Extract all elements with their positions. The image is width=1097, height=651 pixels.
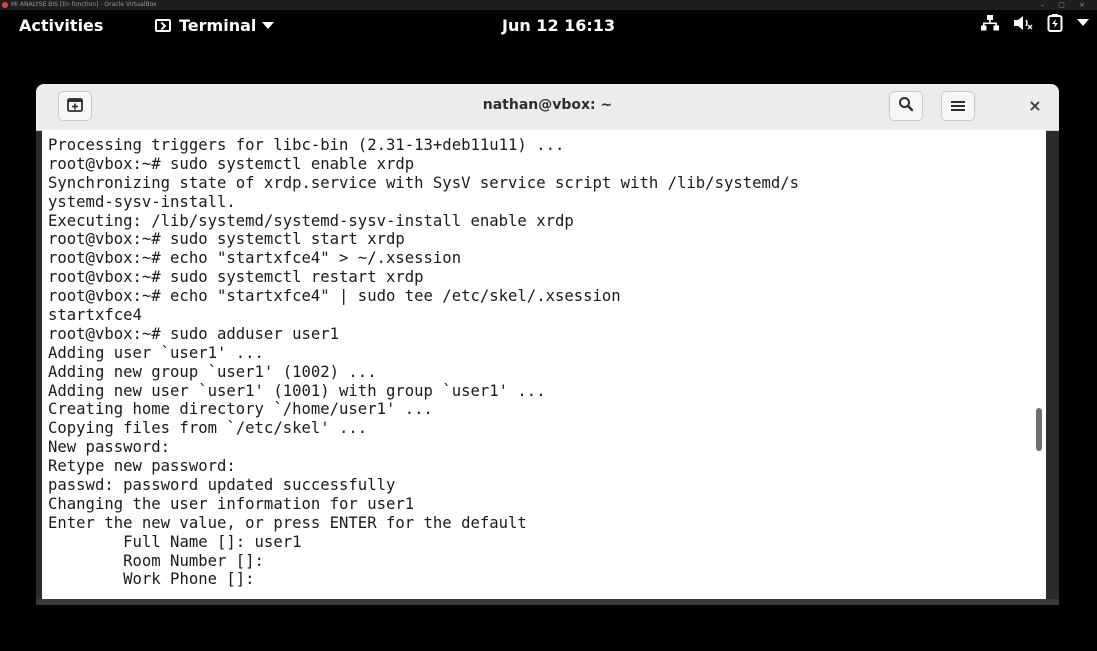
terminal-text: Processing triggers for libc-bin (2.31-1… [42,130,1046,589]
virtualbox-window-title: MI ANALYSE BIS [En fonction] - Oracle Vi… [11,1,157,8]
terminal-line: Work Phone []: [48,570,255,589]
terminal-icon [155,19,171,32]
terminal-line: Adding new group `user1' (1002) ... [48,362,377,381]
close-window-button[interactable]: × [1025,96,1045,116]
scrollbar[interactable] [1033,130,1046,599]
search-button[interactable] [889,91,923,121]
terminal-line: Copying files from `/etc/skel' ... [48,419,368,438]
terminal-line: Changing the user information for user1 [48,494,415,513]
terminal-line: Adding new user `user1' (1001) with grou… [48,381,546,400]
terminal-line: passwd: password updated successfully [48,476,396,495]
terminal-line: Room Number []: [48,551,264,570]
system-status-area[interactable] [981,14,1089,32]
terminal-line: Executing: /lib/systemd/systemd-sysv-ins… [48,211,574,230]
terminal-line: startxfce4 [48,306,142,325]
terminal-line: root@vbox:~# sudo systemctl enable xrdp [48,154,415,173]
terminal-line: root@vbox:~# echo "startxfce4" | sudo te… [48,287,621,306]
terminal-line: Enter the new value, or press ENTER for … [48,513,527,532]
system-menu-arrow-icon [1077,19,1089,27]
hamburger-menu-icon [951,97,965,116]
terminal-line: Retype new password: [48,457,236,476]
terminal-line: root@vbox:~# sudo systemctl restart xrdp [48,268,424,287]
activities-button[interactable]: Activities [19,16,103,35]
virtualbox-window-controls[interactable]: – ▢ × [1041,0,1091,10]
virtualbox-title-bar: MI ANALYSE BIS [En fonction] - Oracle Vi… [0,0,1097,10]
clock-button[interactable]: Jun 12 16:13 [502,16,615,35]
chevron-down-icon [262,22,275,29]
gnome-top-bar: Activities Terminal Jun 12 16:13 [0,10,1097,42]
terminal-line: New password: [48,438,171,457]
search-icon [898,96,914,116]
scrollbar-thumb[interactable] [1036,408,1042,451]
app-menu-label: Terminal [179,16,257,35]
terminal-line: ystemd-sysv-install. [48,192,236,211]
terminal-line: root@vbox:~# sudo adduser user1 [48,324,340,343]
terminal-window: nathan@vbox: ~ × Processing triggers for… [36,84,1059,605]
terminal-line: root@vbox:~# echo "startxfce4" > ~/.xses… [48,249,462,268]
terminal-line: Creating home directory `/home/user1' ..… [48,400,433,419]
volume-muted-icon [1013,15,1033,31]
virtualbox-app-icon [2,2,8,8]
terminal-line: Full Name []: user1 [48,532,302,551]
terminal-line: Adding user `user1' ... [48,343,264,362]
window-header-bar[interactable]: nathan@vbox: ~ × [36,84,1059,131]
terminal-line: root@vbox:~# sudo systemctl start xrdp [48,230,405,249]
window-bottom-edge [36,599,1059,605]
main-menu-button[interactable] [941,91,975,121]
terminal-line: Processing triggers for libc-bin (2.31-1… [48,136,565,154]
battery-icon [1047,14,1063,32]
terminal-line: Synchronizing state of xrdp.service with… [48,173,800,192]
terminal-output-area[interactable]: Processing triggers for libc-bin (2.31-1… [42,130,1046,599]
network-icon [981,15,999,31]
close-icon: × [1028,96,1042,115]
app-menu-button[interactable]: Terminal [155,16,275,35]
